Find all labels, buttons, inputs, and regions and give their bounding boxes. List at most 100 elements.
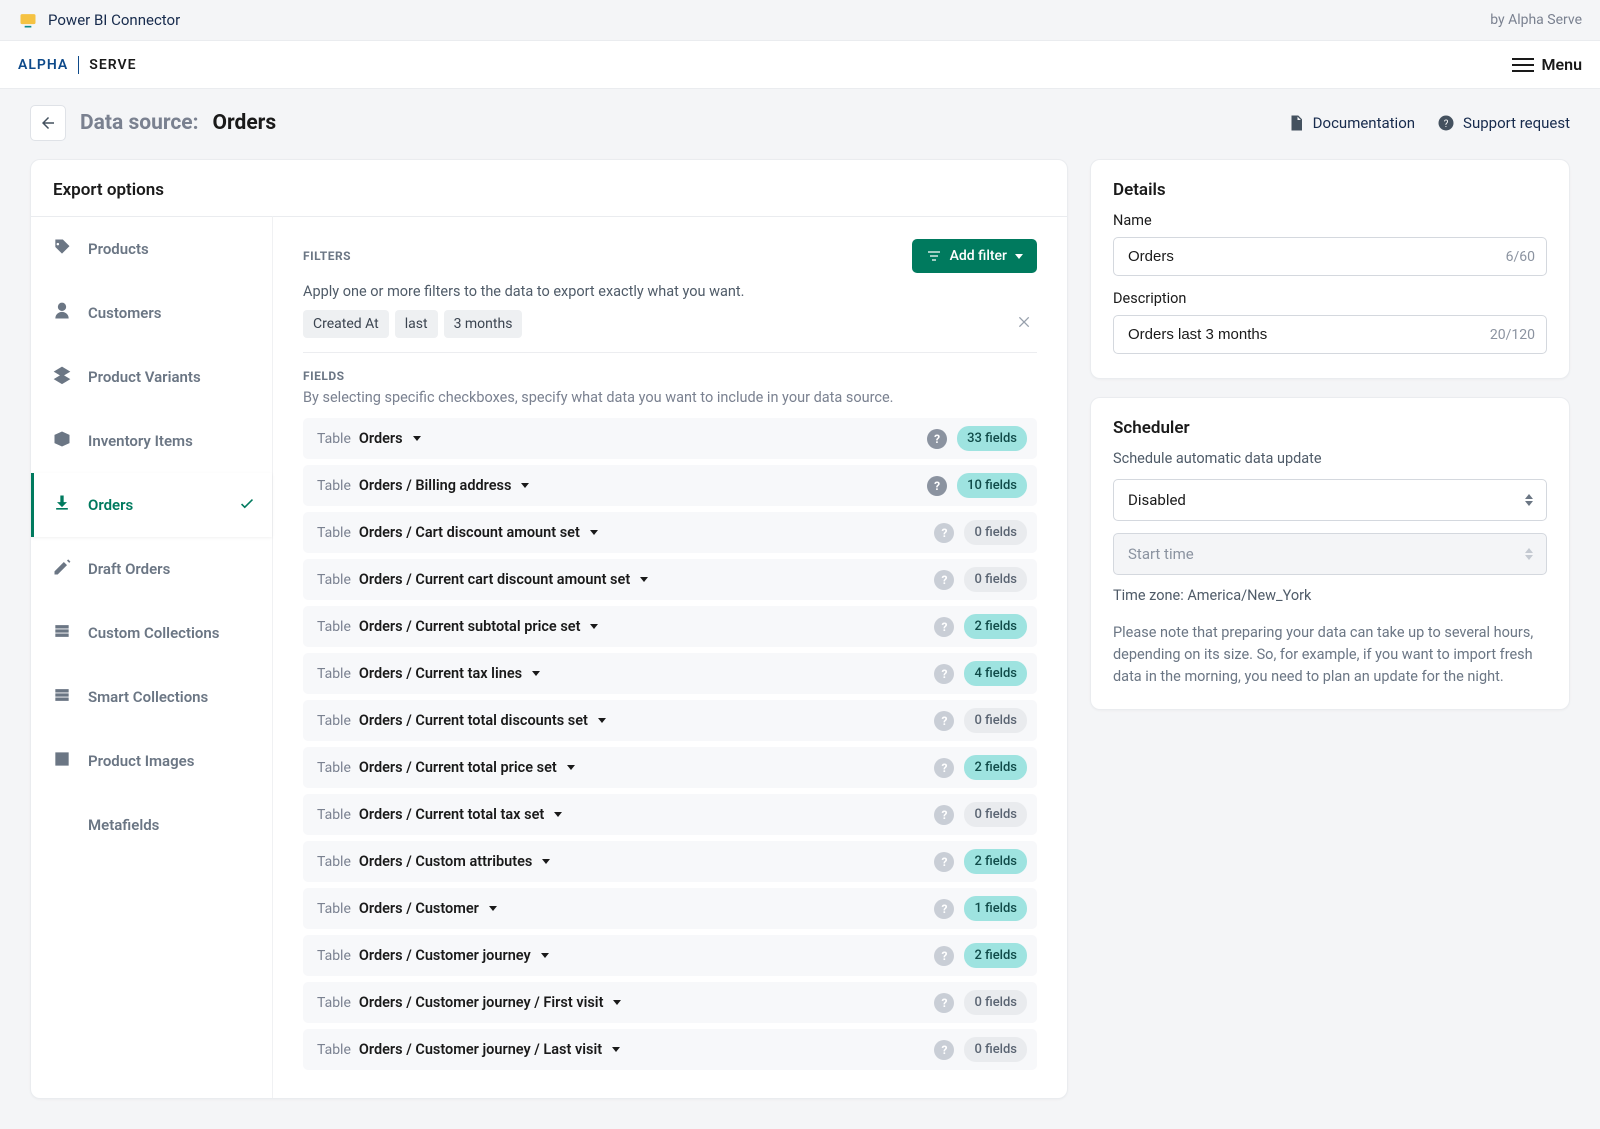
table-row[interactable]: TableOrders / Current total discounts se… xyxy=(303,700,1037,741)
help-icon[interactable]: ? xyxy=(934,664,954,684)
filter-icon xyxy=(926,248,942,264)
sidebar-item-inventory-items[interactable]: Inventory Items xyxy=(31,409,272,473)
table-tag: Table xyxy=(317,431,351,447)
table-row[interactable]: TableOrders / Current subtotal price set… xyxy=(303,606,1037,647)
table-row[interactable]: Table Orders / Custom attributes? 2 fields xyxy=(303,841,1037,882)
field-count-badge: 4 fields xyxy=(964,661,1027,686)
menu-button[interactable]: Menu xyxy=(1512,55,1582,74)
remove-filter-button[interactable] xyxy=(1013,310,1037,338)
table-row[interactable]: TableOrders / Customer journey / Last vi… xyxy=(303,1029,1037,1070)
field-count-badge: 2 fields xyxy=(964,849,1027,874)
documentation-link[interactable]: Documentation xyxy=(1287,114,1415,132)
table-tag: Table xyxy=(317,1042,351,1058)
field-count-badge: 2 fields xyxy=(964,614,1027,639)
table-row[interactable]: Table Orders / Current tax lines? 4 fields xyxy=(303,653,1037,694)
field-count-badge: 2 fields xyxy=(964,755,1027,780)
export-sidebar: Products Customers Product Variants Invento… xyxy=(31,216,273,1098)
chevron-down-icon xyxy=(521,483,529,488)
filters-label: FILTERS xyxy=(303,249,351,263)
table-name: Orders / Billing address xyxy=(359,477,512,494)
sidebar-item-label: Smart Collections xyxy=(88,688,208,706)
support-label: Support request xyxy=(1463,114,1570,132)
sidebar-item-product-images[interactable]: Product Images xyxy=(31,729,272,793)
table-tag: Table xyxy=(317,854,351,870)
layers-icon xyxy=(52,365,72,389)
table-row[interactable]: TableOrders / Current cart discount amou… xyxy=(303,559,1037,600)
filter-chip[interactable]: 3 months xyxy=(444,310,523,338)
table-name: Orders / Current tax lines xyxy=(359,665,522,682)
table-row[interactable]: TableOrders / Customer journey / First v… xyxy=(303,982,1037,1023)
svg-text:?: ? xyxy=(1444,119,1449,130)
filter-row: Created Atlast3 months xyxy=(303,310,1037,353)
help-icon[interactable]: ? xyxy=(927,429,947,449)
chevron-down-icon xyxy=(612,1047,620,1052)
description-char-count: 20/120 xyxy=(1490,327,1535,343)
filter-chip[interactable]: last xyxy=(395,310,438,338)
sidebar-item-metafields[interactable]: Metafields xyxy=(31,793,272,857)
table-tag: Table xyxy=(317,619,351,635)
table-row[interactable]: TableOrders / Customer journey?2 fields xyxy=(303,935,1037,976)
table-row[interactable]: TableOrders / Current total price set?2 … xyxy=(303,747,1037,788)
help-icon[interactable]: ? xyxy=(934,946,954,966)
name-input[interactable] xyxy=(1113,237,1547,276)
table-name: Orders / Customer journey xyxy=(359,947,531,964)
description-input[interactable] xyxy=(1113,315,1547,354)
help-icon[interactable]: ? xyxy=(934,711,954,731)
help-icon[interactable]: ? xyxy=(934,805,954,825)
table-row[interactable]: TableOrders / Cart discount amount set?0… xyxy=(303,512,1037,553)
add-filter-button[interactable]: Add filter xyxy=(912,239,1037,273)
help-icon[interactable]: ? xyxy=(934,570,954,590)
details-panel: Details Name 6/60 Description 20/120 xyxy=(1090,159,1570,379)
sidebar-item-label: Inventory Items xyxy=(88,432,193,450)
sidebar-item-label: Product Variants xyxy=(88,368,201,386)
sidebar-item-products[interactable]: Products xyxy=(31,217,272,281)
support-request-link[interactable]: ? Support request xyxy=(1437,114,1570,132)
chevron-down-icon xyxy=(567,765,575,770)
tag-icon xyxy=(52,237,72,261)
sidebar-item-label: Products xyxy=(88,240,149,258)
timezone-label: Time zone: America/New_York xyxy=(1113,587,1547,604)
scheduler-note: Please note that preparing your data can… xyxy=(1113,622,1547,687)
table-tag: Table xyxy=(317,666,351,682)
sidebar-item-smart-collections[interactable]: Smart Collections xyxy=(31,665,272,729)
menu-label: Menu xyxy=(1542,55,1582,74)
help-icon[interactable]: ? xyxy=(927,476,947,496)
sidebar-item-draft-orders[interactable]: Draft Orders xyxy=(31,537,272,601)
start-time-select[interactable]: Start time xyxy=(1113,533,1547,575)
help-icon[interactable]: ? xyxy=(934,993,954,1013)
sidebar-item-orders[interactable]: Orders xyxy=(31,473,272,537)
sidebar-item-custom-collections[interactable]: Custom Collections xyxy=(31,601,272,665)
help-icon[interactable]: ? xyxy=(934,852,954,872)
logo-right: SERVE xyxy=(89,57,136,73)
chevron-down-icon xyxy=(532,671,540,676)
table-row[interactable]: TableOrders?33 fields xyxy=(303,418,1037,459)
sidebar-item-label: Customers xyxy=(88,304,161,322)
scheduler-status-select[interactable]: Disabled xyxy=(1113,479,1547,521)
name-char-count: 6/60 xyxy=(1506,249,1535,265)
arrow-left-icon xyxy=(39,114,57,132)
chevron-down-icon xyxy=(598,718,606,723)
help-icon[interactable]: ? xyxy=(934,899,954,919)
help-icon[interactable]: ? xyxy=(934,523,954,543)
table-name: Orders / Custom attributes xyxy=(359,853,532,870)
table-row[interactable]: TableOrders / Current total tax set?0 fi… xyxy=(303,794,1037,835)
details-title: Details xyxy=(1091,160,1569,208)
table-name: Orders / Customer xyxy=(359,900,479,917)
image-icon xyxy=(52,749,72,773)
filter-chip[interactable]: Created At xyxy=(303,310,389,338)
field-count-badge: 0 fields xyxy=(964,567,1027,592)
back-button[interactable] xyxy=(30,105,66,141)
field-count-badge: 0 fields xyxy=(964,802,1027,827)
sidebar-item-product-variants[interactable]: Product Variants xyxy=(31,345,272,409)
sidebar-item-customers[interactable]: Customers xyxy=(31,281,272,345)
table-tag: Table xyxy=(317,760,351,776)
scheduler-panel: Scheduler Schedule automatic data update… xyxy=(1090,397,1570,710)
table-row[interactable]: TableOrders / Customer?1 fields xyxy=(303,888,1037,929)
help-icon[interactable]: ? xyxy=(934,1040,954,1060)
help-icon[interactable]: ? xyxy=(934,617,954,637)
export-options-title: Export options xyxy=(31,160,1067,216)
help-icon[interactable]: ? xyxy=(934,758,954,778)
hamburger-icon xyxy=(1512,58,1534,72)
logo: ALPHA SERVE xyxy=(18,56,136,74)
table-row[interactable]: TableOrders / Billing address?10 fields xyxy=(303,465,1037,506)
